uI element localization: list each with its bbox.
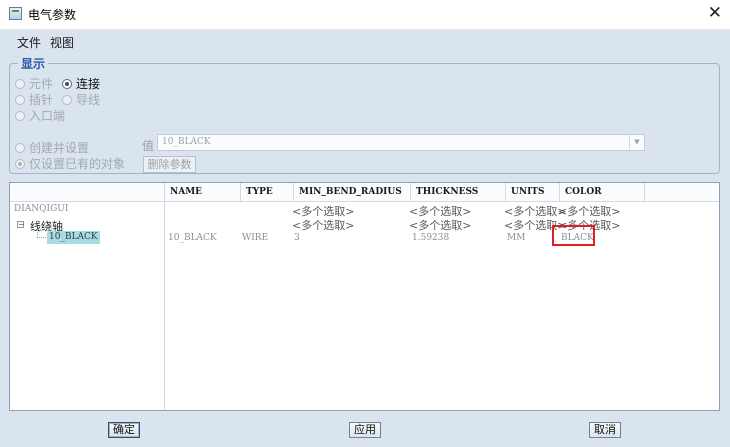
value-combobox[interactable]: 10_BLACK ▼ bbox=[157, 134, 645, 151]
radio-entry-port-label: 入口端 bbox=[29, 109, 66, 123]
value-label: 值 bbox=[142, 139, 155, 153]
tree-leaf-selected[interactable]: 10_BLACK bbox=[47, 231, 100, 244]
delete-param-button[interactable]: 删除参数 bbox=[143, 156, 196, 173]
title-bar: 电气参数 ✕ bbox=[0, 0, 730, 30]
radio-connection-label: 连接 bbox=[76, 77, 101, 91]
cancel-button[interactable]: 取消 bbox=[589, 422, 621, 438]
radio-wire-dot bbox=[62, 94, 72, 105]
radio-component-dot bbox=[15, 78, 25, 89]
table-cell[interactable]: <多个选取> bbox=[292, 217, 354, 233]
display-group-legend: 显示 bbox=[18, 55, 49, 72]
ok-button[interactable]: 确定 bbox=[108, 422, 140, 438]
column-header-name[interactable]: NAME bbox=[164, 183, 240, 201]
radio-component-label: 元件 bbox=[29, 77, 54, 91]
radio-create-and-set-dot bbox=[15, 142, 25, 153]
column-header-type[interactable]: TYPE bbox=[240, 183, 293, 201]
chevron-down-icon[interactable]: ▼ bbox=[629, 135, 644, 150]
window-title: 电气参数 bbox=[28, 8, 77, 22]
radio-pin-label: 插针 bbox=[29, 93, 54, 107]
table-cell[interactable]: 3 bbox=[294, 233, 300, 243]
radio-create-and-set-label: 创建并设置 bbox=[29, 141, 90, 155]
column-header-thickness[interactable]: THICKNESS bbox=[410, 183, 505, 201]
tree-root[interactable]: DIANQIGUI bbox=[14, 204, 68, 214]
table-cell[interactable]: 1.59238 bbox=[412, 233, 449, 243]
radio-component[interactable]: 元件 bbox=[15, 75, 53, 92]
menu-bar: 文件 视图 bbox=[0, 30, 730, 52]
menu-view[interactable]: 视图 bbox=[50, 34, 74, 51]
radio-create-and-set[interactable]: 创建并设置 bbox=[15, 139, 89, 156]
table-cell[interactable]: 10_BLACK bbox=[168, 233, 217, 243]
table-cell[interactable]: MM bbox=[507, 233, 525, 243]
table-cell[interactable]: <多个选取> bbox=[409, 217, 471, 233]
column-header-empty bbox=[644, 183, 719, 201]
radio-connection[interactable]: 连接 bbox=[62, 75, 100, 92]
radio-set-existing-only-dot bbox=[15, 158, 25, 169]
radio-entry-port-dot bbox=[15, 110, 25, 121]
highlight-box bbox=[552, 225, 595, 246]
value-combobox-text: 10_BLACK bbox=[162, 137, 211, 147]
radio-pin-dot bbox=[15, 94, 25, 105]
collapse-icon[interactable]: − bbox=[17, 221, 25, 229]
radio-wire[interactable]: 导线 bbox=[62, 91, 100, 108]
table-header: NAME TYPE MIN_BEND_RADIUS THICKNESS UNIT… bbox=[10, 183, 719, 202]
tree-connector bbox=[37, 237, 46, 238]
column-divider bbox=[164, 201, 165, 410]
table-cell[interactable]: WIRE bbox=[242, 233, 268, 243]
column-header-min-bend-radius[interactable]: MIN_BEND_RADIUS bbox=[293, 183, 410, 201]
column-header-color[interactable]: COLOR bbox=[559, 183, 644, 201]
tree-connector bbox=[37, 229, 38, 237]
radio-pin[interactable]: 插针 bbox=[15, 91, 53, 108]
close-icon[interactable]: ✕ bbox=[708, 3, 722, 23]
menu-file[interactable]: 文件 bbox=[17, 34, 41, 51]
radio-set-existing-only-label: 仅设置已有的对象 bbox=[29, 157, 126, 171]
radio-entry-port[interactable]: 入口端 bbox=[15, 107, 65, 124]
radio-connection-dot bbox=[62, 78, 72, 89]
radio-set-existing-only[interactable]: 仅设置已有的对象 bbox=[15, 155, 125, 172]
app-icon bbox=[9, 7, 22, 20]
radio-wire-label: 导线 bbox=[76, 93, 101, 107]
apply-button[interactable]: 应用 bbox=[349, 422, 381, 438]
column-header-units[interactable]: UNITS bbox=[505, 183, 559, 201]
parameter-table[interactable]: NAME TYPE MIN_BEND_RADIUS THICKNESS UNIT… bbox=[9, 182, 720, 411]
